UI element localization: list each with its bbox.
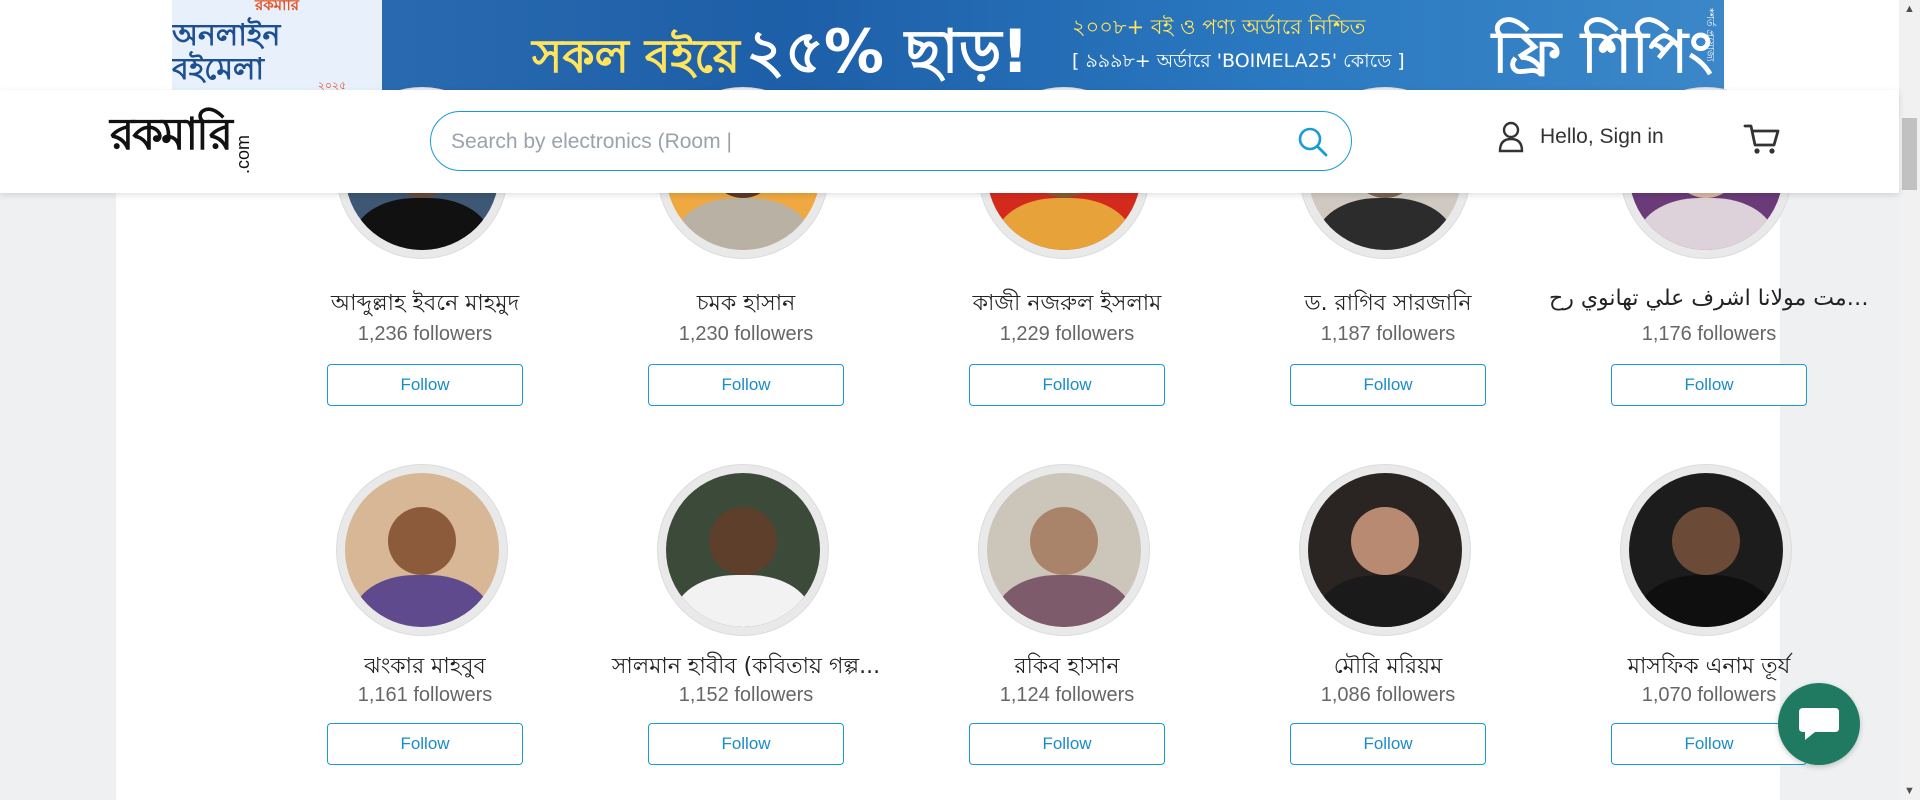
boimela-logo-top: রকমারি xyxy=(255,0,299,14)
author-followers: 1,152 followers xyxy=(678,684,814,706)
signin-label: Hello, Sign in xyxy=(1540,125,1664,148)
follow-button[interactable]: Follow xyxy=(648,364,844,406)
follow-button[interactable]: Follow xyxy=(327,364,523,406)
promo-discount: ২৫% ছাড়! xyxy=(745,17,1029,87)
author-name[interactable]: ঝংকার মাহবুব xyxy=(265,649,585,686)
chat-button[interactable] xyxy=(1778,683,1860,765)
user-icon xyxy=(1498,121,1524,153)
scrollbar-thumb[interactable] xyxy=(1902,118,1917,190)
author-followers: 1,230 followers xyxy=(678,323,814,345)
site-logo-suffix: .com xyxy=(232,134,253,174)
author-followers: 1,086 followers xyxy=(1320,684,1456,706)
author-name[interactable]: কাজী নজরুল ইসলাম xyxy=(907,286,1227,323)
author-followers: 1,229 followers xyxy=(999,323,1135,345)
author-followers: 1,176 followers xyxy=(1641,323,1777,345)
follow-button[interactable]: Follow xyxy=(969,364,1165,406)
author-name[interactable]: মৌরি মরিয়ম xyxy=(1228,649,1548,686)
promo-headline: সকল বইয়ে ২৫% ছাড়! xyxy=(532,6,1029,90)
boimela-logo: রকমারি অনলাইন বইমেলা ২০২৫ xyxy=(172,0,382,90)
cart-icon[interactable] xyxy=(1742,118,1782,158)
search-bar xyxy=(430,111,1352,171)
promo-conditions: *শর্ত প্রযোজ্য xyxy=(1704,8,1715,62)
search-input[interactable] xyxy=(449,126,1273,158)
author-avatar[interactable] xyxy=(979,465,1149,635)
author-name[interactable]: ড. রাগিব সারজানি xyxy=(1228,286,1548,323)
boimela-logo-main: অনলাইন বইমেলা xyxy=(172,18,281,87)
follow-button[interactable]: Follow xyxy=(1611,364,1807,406)
author-followers: 1,161 followers xyxy=(357,684,493,706)
author-avatar[interactable] xyxy=(1300,465,1470,635)
author-avatar[interactable] xyxy=(658,465,828,635)
author-avatar[interactable] xyxy=(337,465,507,635)
follow-button[interactable]: Follow xyxy=(1290,364,1486,406)
author-name[interactable]: মাসফিক এনাম তূর্য xyxy=(1549,649,1869,686)
author-avatar[interactable] xyxy=(1621,465,1791,635)
author-name[interactable]: রকিব হাসান xyxy=(907,649,1227,686)
follow-button[interactable]: Follow xyxy=(648,723,844,765)
boimela-logo-year: ২০২৫ xyxy=(317,79,347,90)
follow-button[interactable]: Follow xyxy=(969,723,1165,765)
scroll-down-icon[interactable]: ▼ xyxy=(1899,782,1920,800)
follow-button[interactable]: Follow xyxy=(1290,723,1486,765)
author-name[interactable]: আব্দুল্লাহ ইবনে মাহমুদ xyxy=(265,286,585,323)
promo-banner[interactable]: রকমারি অনলাইন বইমেলা ২০২৫ সকল বইয়ে ২৫% ছ… xyxy=(172,0,1724,90)
author-followers: 1,124 followers xyxy=(999,684,1135,706)
follow-button[interactable]: Follow xyxy=(327,723,523,765)
signin-link[interactable]: Hello, Sign in xyxy=(1498,121,1664,153)
promo-line2: [ ৯৯৯৮+ অর্ডারে 'BOIMELA25' কোডে ] xyxy=(1072,50,1405,72)
promo-line1: ২০০৮+ বই ও পণ্য অর্ডারে নিশ্চিত xyxy=(1072,15,1366,39)
chat-icon xyxy=(1799,708,1839,740)
site-logo-text: রকমারি xyxy=(110,109,233,160)
promo-details: ২০০৮+ বই ও পণ্য অর্ডারে নিশ্চিত [ ৯৯৯৮+ … xyxy=(1072,10,1532,78)
author-name[interactable]: সালমান হাবীব (কবিতায় গল্প... xyxy=(586,649,906,686)
promo-headline-text: সকল বইয়ে xyxy=(532,29,740,83)
scroll-up-icon[interactable]: ▲ xyxy=(1899,0,1920,18)
author-list: আব্দুল্লাহ ইবনে মাহমুদ 1,236 followers F… xyxy=(116,88,1869,800)
site-header: রকমারি .com Hello, Sign in xyxy=(0,90,1899,193)
author-name[interactable]: الامت مولانا اشرف علي تهانوي رح... xyxy=(1549,286,1869,311)
search-icon[interactable] xyxy=(1297,126,1329,158)
top-banner-area: রকমারি অনলাইন বইমেলা ২০২৫ সকল বইয়ে ২৫% ছ… xyxy=(0,0,1899,90)
page-scrollbar[interactable]: ▲ ▼ xyxy=(1899,0,1920,800)
promo-free-shipping: ফ্রি শিপিং xyxy=(1492,18,1713,86)
author-followers: 1,236 followers xyxy=(357,323,493,345)
author-name[interactable]: চমক হাসান xyxy=(586,286,906,323)
author-followers: 1,187 followers xyxy=(1320,323,1456,345)
site-logo[interactable]: রকমারি .com xyxy=(110,109,254,174)
